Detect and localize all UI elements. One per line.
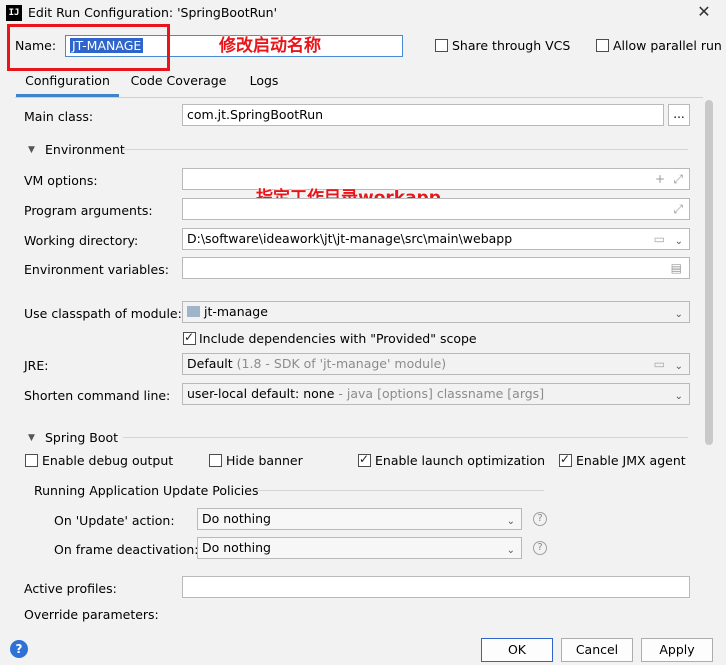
include-deps-checkbox[interactable] [183,330,196,345]
separator [123,149,688,150]
folder-icon[interactable]: ▭ [654,229,665,249]
collapse-triangle-icon[interactable]: ▼ [28,433,35,443]
annotation-highlight-box [7,24,170,71]
shorten-cmd-select[interactable]: user-local default: none - java [options… [182,383,690,405]
hide-banner-label: Hide banner [226,453,303,468]
spring-boot-section-title: Spring Boot [45,430,119,445]
share-vcs-label: Share through VCS [452,38,571,53]
document-icon[interactable]: ▤ [671,258,682,278]
env-vars-input[interactable]: ▤ [182,257,690,279]
chevron-down-icon[interactable]: ⌄ [675,305,683,322]
main-class-label: Main class: [24,109,94,124]
launch-opt-label: Enable launch optimization [375,453,546,468]
active-profiles-input[interactable] [182,576,690,598]
classpath-label: Use classpath of module: [24,306,182,321]
chevron-down-icon[interactable]: ⌄ [675,357,683,374]
expand-icon[interactable]: ⤢ [673,199,683,219]
working-dir-input[interactable]: D:\software\ideawork\jt\jt-manage\src\ma… [182,228,690,250]
folder-icon[interactable]: ▭ [654,354,665,374]
scrollbar-thumb[interactable] [705,100,713,445]
share-vcs-checkbox[interactable] [435,39,448,52]
separator [254,490,544,491]
frame-deact-value: Do nothing [202,540,271,555]
window-title: Edit Run Configuration: 'SpringBootRun' [28,5,278,20]
allow-parallel-checkbox[interactable] [596,39,609,52]
shorten-cmd-value: user-local default: none [187,386,335,401]
update-action-label: On 'Update' action: [54,513,175,528]
apply-button[interactable]: Apply [641,638,713,662]
help-icon[interactable]: ? [533,541,547,555]
chevron-down-icon[interactable]: ⌄ [507,541,515,558]
help-icon[interactable]: ? [533,512,547,526]
active-profiles-label: Active profiles: [24,581,117,596]
tab-configuration[interactable]: Configuration [16,71,119,97]
close-icon[interactable]: ✕ [694,2,714,22]
separator [123,437,688,438]
jre-select[interactable]: Default (1.8 - SDK of 'jt-manage' module… [182,353,690,375]
ok-button[interactable]: OK [481,638,553,662]
shorten-cmd-label: Shorten command line: [24,388,171,403]
launch-opt-checkbox[interactable] [358,452,371,467]
expand-icon[interactable]: ⤢ [673,169,683,189]
module-folder-icon [187,306,200,317]
chevron-down-icon[interactable]: ⌄ [675,387,683,404]
jre-value: Default [187,356,233,371]
classpath-module-select[interactable]: jt-manage ⌄ [182,301,690,323]
jmx-agent-checkbox[interactable] [559,452,572,467]
debug-output-label: Enable debug output [42,453,174,468]
environment-section-title: Environment [45,142,125,157]
tab-logs[interactable]: Logs [242,71,286,97]
frame-deact-select[interactable]: Do nothing ⌄ [197,537,522,559]
hide-banner-checkbox[interactable] [209,454,222,467]
working-dir-label: Working directory: [24,233,139,248]
program-args-input[interactable]: ⤢ [182,198,690,220]
cancel-button[interactable]: Cancel [561,638,633,662]
program-args-label: Program arguments: [24,203,153,218]
plus-icon[interactable]: + [655,169,665,189]
jre-hint: (1.8 - SDK of 'jt-manage' module) [236,356,447,371]
update-action-value: Do nothing [202,511,271,526]
vm-options-label: VM options: [24,173,98,188]
shorten-cmd-hint: - java [options] classname [args] [338,386,545,401]
tab-code-coverage[interactable]: Code Coverage [126,71,231,97]
chevron-down-icon[interactable]: ⌄ [675,232,683,249]
allow-parallel-label: Allow parallel run [613,38,722,53]
main-class-input[interactable]: com.jt.SpringBootRun [182,104,664,126]
frame-deact-label: On frame deactivation: [54,542,199,557]
include-deps-label: Include dependencies with "Provided" sco… [199,331,477,346]
debug-output-checkbox[interactable] [25,454,38,467]
classpath-module-value: jt-manage [204,304,268,319]
help-button[interactable]: ? [10,640,28,658]
chevron-down-icon[interactable]: ⌄ [507,512,515,529]
env-vars-label: Environment variables: [24,262,169,277]
jmx-agent-label: Enable JMX agent [576,453,686,468]
update-policies-title: Running Application Update Policies [34,483,259,498]
jre-label: JRE: [24,358,49,373]
update-action-select[interactable]: Do nothing ⌄ [197,508,522,530]
intellij-app-icon: IJ [6,5,22,21]
working-dir-value: D:\software\ideawork\jt\jt-manage\src\ma… [187,231,513,246]
main-class-browse-button[interactable]: ... [668,104,690,126]
annotation-rename: 修改启动名称 [219,36,321,56]
collapse-triangle-icon[interactable]: ▼ [28,145,35,155]
override-params-label: Override parameters: [24,607,159,622]
